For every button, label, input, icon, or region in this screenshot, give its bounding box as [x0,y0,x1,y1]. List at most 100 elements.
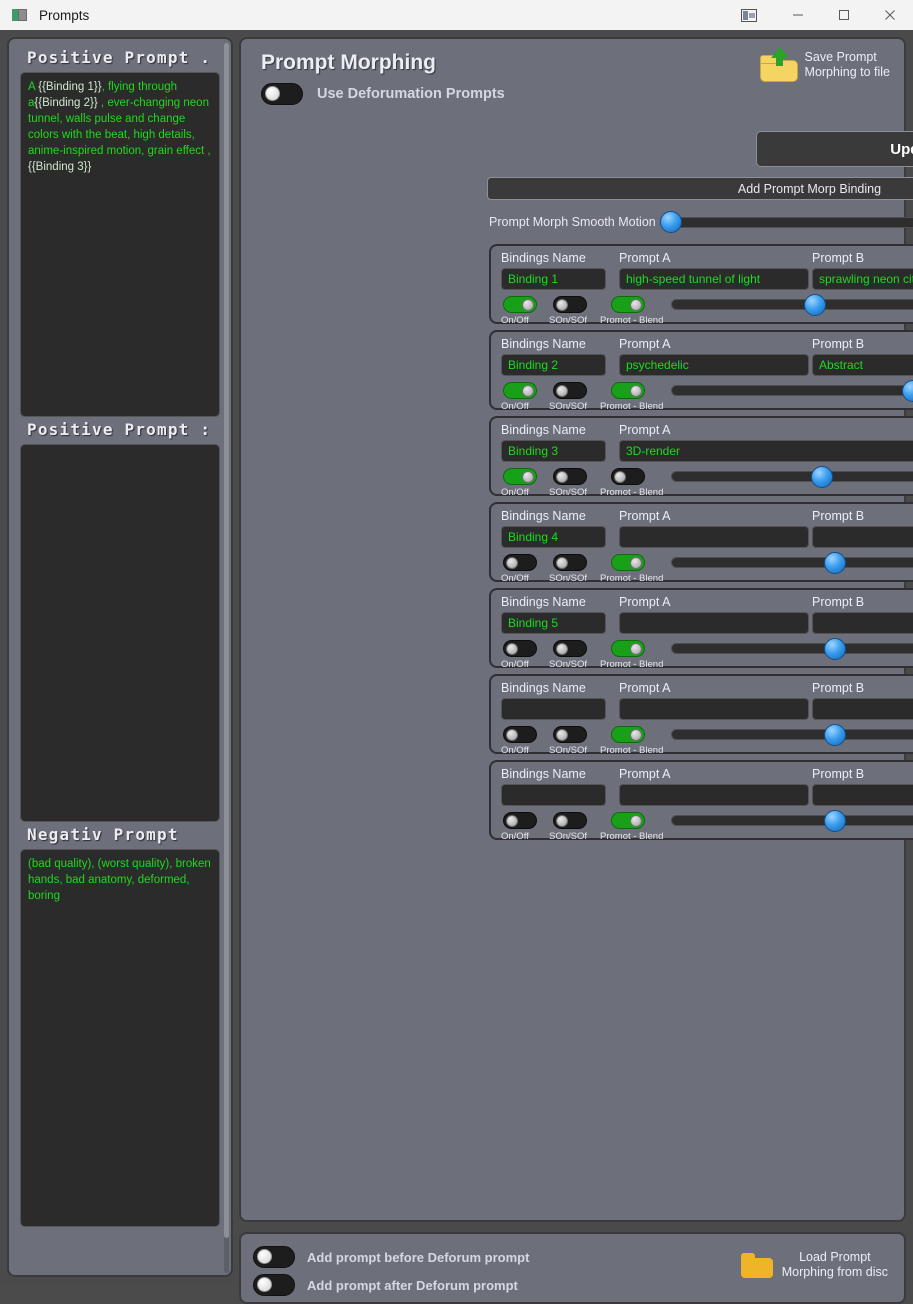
prompt-a-field[interactable] [619,698,809,720]
son-sof-toggle[interactable] [553,468,587,485]
negative-prompt-textarea[interactable]: (bad quality), (worst quality), broken h… [20,849,220,1227]
on-off-toggle[interactable] [503,554,537,571]
bindings-name-header: Bindings Name [501,423,586,437]
bindings-name-header: Bindings Name [501,767,586,781]
add-prompt-after-toggle[interactable] [253,1274,295,1296]
blend-slider[interactable] [671,551,913,574]
close-button[interactable] [867,0,913,30]
add-after-row: Add prompt after Deforum prompt [253,1274,518,1296]
prompt-b-header: Prompt B [812,681,865,695]
son-sof-toggle[interactable] [553,554,587,571]
son-sof-caption: SOn/SOf [549,745,588,756]
update-prompt-button[interactable]: Update Prompt [756,131,913,167]
prompt-segment: {{Binding 1}} [38,81,102,93]
window-titlebar: Prompts [0,0,913,31]
blend-slider[interactable] [671,379,913,402]
bindings-name-header: Bindings Name [501,509,586,523]
save-label-line2: Morphing to file [804,65,890,79]
minimize-button[interactable] [775,0,821,30]
son-sof-toggle[interactable] [553,640,587,657]
add-prompt-morp-binding-button[interactable]: Add Prompt Morp Binding [487,177,913,200]
prompt-a-field[interactable]: high-speed tunnel of light [619,268,809,290]
prompt-b-header: Prompt B [812,595,865,609]
son-sof-toggle[interactable] [553,726,587,743]
prompt-a-field[interactable] [619,526,809,548]
binding-name-field[interactable]: Binding 3 [501,440,606,462]
prompt-blend-caption: Promot - Blend [600,831,664,842]
split-view-icon[interactable] [723,0,775,30]
prompt-blend-toggle[interactable] [611,726,645,743]
binding-name-field[interactable]: Binding 2 [501,354,606,376]
on-off-toggle[interactable] [503,640,537,657]
prompt-blend-toggle[interactable] [611,468,645,485]
save-button-label: Save Prompt Morphing to file [805,50,890,80]
sidebar-scrollbar[interactable] [224,43,229,1273]
bindings-list: Bindings Name Prompt A Prompt B Min: Max… [489,244,913,846]
prompt-b-header: Prompt B [812,337,865,351]
prompt-blend-caption: Promot - Blend [600,573,664,584]
prompt-b-field[interactable] [812,612,913,634]
son-sof-caption: SOn/SOf [549,659,588,670]
smooth-motion-slider[interactable] [660,211,913,233]
blend-slider[interactable] [671,293,913,316]
app-icon [12,7,28,23]
add-prompt-before-toggle[interactable] [253,1246,295,1268]
prompt-b-field[interactable] [812,698,913,720]
prompt-b-header: Prompt B [812,767,865,781]
binding-name-field[interactable] [501,698,606,720]
binding-name-field[interactable]: Binding 5 [501,612,606,634]
prompt-b-field[interactable] [812,526,913,548]
on-off-caption: On/Off [501,659,529,670]
on-off-toggle[interactable] [503,382,537,399]
positive-prompt-textarea-2[interactable] [20,444,220,822]
son-sof-toggle[interactable] [553,296,587,313]
on-off-caption: On/Off [501,315,529,326]
on-off-caption: On/Off [501,487,529,498]
son-sof-caption: SOn/SOf [549,315,588,326]
prompt-b-field[interactable] [812,784,913,806]
son-sof-toggle[interactable] [553,382,587,399]
blend-slider[interactable] [671,809,913,832]
prompt-blend-caption: Promot - Blend [600,659,664,670]
prompt-a-field[interactable] [619,612,809,634]
prompt-blend-toggle[interactable] [611,296,645,313]
prompt-blend-toggle[interactable] [611,382,645,399]
positive-prompt-textarea-1[interactable]: A {{Binding 1}}, flying through a{{Bindi… [20,72,220,417]
prompt-a-header: Prompt A [619,337,671,351]
maximize-button[interactable] [821,0,867,30]
on-off-toggle[interactable] [503,296,537,313]
on-off-toggle[interactable] [503,812,537,829]
prompt-a-field[interactable]: 3D-render [619,440,913,462]
son-sof-toggle[interactable] [553,812,587,829]
prompts-sidebar: Positive Prompt . A {{Binding 1}}, flyin… [7,37,233,1277]
prompt-a-header: Prompt A [619,509,671,523]
on-off-toggle[interactable] [503,468,537,485]
blend-slider[interactable] [671,723,913,746]
prompt-a-header: Prompt A [619,595,671,609]
prompt-a-field[interactable] [619,784,809,806]
bottom-options-bar: Add prompt before Deforum prompt Add pro… [239,1232,906,1304]
prompt-b-field[interactable]: Abstract [812,354,913,376]
prompt-blend-toggle[interactable] [611,554,645,571]
use-deformation-row: Use Deforumation Prompts [241,83,904,105]
binding-name-field[interactable]: Binding 4 [501,526,606,548]
blend-slider[interactable] [671,637,913,660]
smooth-motion-row: Prompt Morph Smooth Motion 0 [489,209,913,235]
prompt-blend-caption: Promot - Blend [600,315,664,326]
prompt-blend-toggle[interactable] [611,640,645,657]
prompt-blend-toggle[interactable] [611,812,645,829]
window-controls [723,0,913,30]
use-deformation-toggle[interactable] [261,83,303,105]
add-before-row: Add prompt before Deforum prompt [253,1246,529,1268]
binding-card: Bindings Name Prompt A Prompt B Min: Max… [489,502,913,584]
binding-name-field[interactable]: Binding 1 [501,268,606,290]
blend-slider[interactable] [671,465,913,488]
folder-icon [740,1251,774,1279]
prompt-a-field[interactable]: psychedelic [619,354,809,376]
prompt-b-field[interactable]: sprawling neon cityscape under a [812,268,913,290]
binding-name-field[interactable] [501,784,606,806]
save-prompt-morphing-button[interactable]: Save Prompt Morphing to file [758,47,890,82]
save-label-line1: Save Prompt [804,50,877,64]
on-off-toggle[interactable] [503,726,537,743]
load-prompt-morphing-button[interactable]: Load Prompt Morphing from disc [740,1250,888,1280]
